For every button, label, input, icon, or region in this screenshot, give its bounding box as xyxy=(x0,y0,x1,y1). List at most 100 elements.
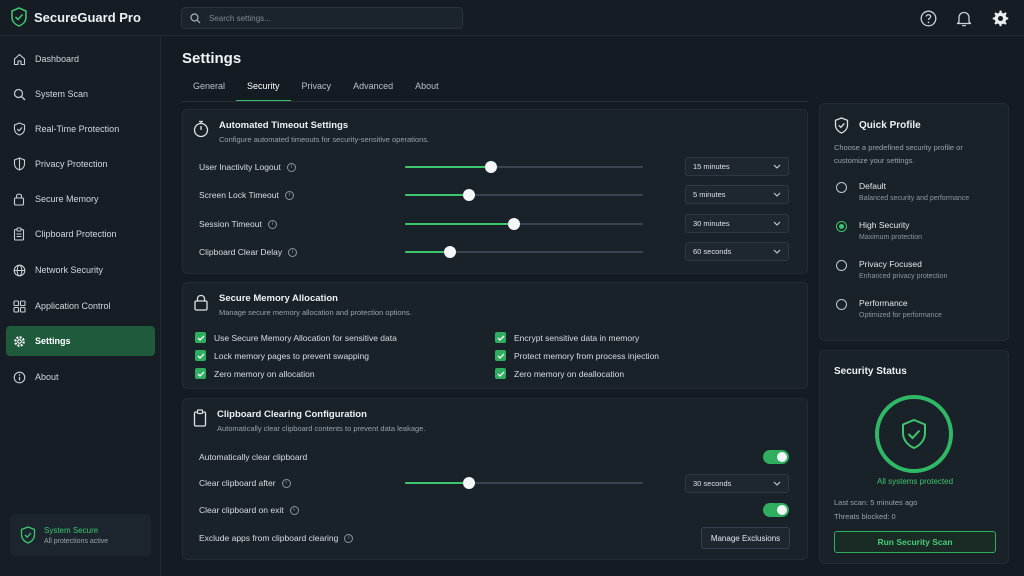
info-icon[interactable]: i xyxy=(289,505,299,515)
tab-about[interactable]: About xyxy=(404,78,450,102)
slider-thumb[interactable] xyxy=(508,218,521,230)
tab-security[interactable]: Security xyxy=(236,78,291,102)
option-description: Maximum protection xyxy=(859,234,923,241)
setting-label-text: Clear clipboard after xyxy=(199,478,276,488)
memory-option[interactable]: Zero memory on deallocation xyxy=(495,368,624,379)
profile-option-default[interactable]: Default Balanced security and performance xyxy=(836,181,969,202)
profile-option-privacy-focused[interactable]: Privacy Focused Enhanced privacy protecti… xyxy=(836,259,947,280)
memory-option[interactable]: Protect memory from process injection xyxy=(495,350,659,361)
sidebar-item-dashboard[interactable]: Dashboard xyxy=(6,44,155,74)
app-name: SecureGuard Pro xyxy=(34,9,141,25)
tab-advanced[interactable]: Advanced xyxy=(342,78,404,102)
tab-privacy[interactable]: Privacy xyxy=(291,78,343,102)
shield-check-icon xyxy=(900,418,928,450)
timeout-slider[interactable] xyxy=(405,161,643,173)
profile-option-performance[interactable]: Performance Optimized for performance xyxy=(836,298,942,319)
chevron-down-icon xyxy=(773,221,781,226)
memory-option[interactable]: Lock memory pages to prevent swapping xyxy=(195,350,369,361)
setting-label-text: Session Timeout xyxy=(199,219,262,229)
memory-option[interactable]: Zero memory on allocation xyxy=(195,368,315,379)
panel-title: Automated Timeout Settings xyxy=(219,120,349,131)
info-icon[interactable]: i xyxy=(284,190,294,200)
chevron-down-icon xyxy=(773,249,781,254)
sidebar-item-privacy-protection[interactable]: Privacy Protection xyxy=(6,149,155,179)
threats-blocked-text: Threats blocked: 0 xyxy=(834,512,896,521)
info-icon[interactable]: i xyxy=(288,247,298,257)
option-description: Balanced security and performance xyxy=(859,195,970,202)
search-icon xyxy=(190,12,201,24)
bell-icon[interactable] xyxy=(954,8,974,28)
slider-thumb[interactable] xyxy=(484,161,497,173)
clear-after-select[interactable]: 30 seconds xyxy=(685,474,789,493)
help-icon[interactable] xyxy=(918,8,938,28)
slider-thumb[interactable] xyxy=(463,189,476,201)
clear-after-slider[interactable] xyxy=(405,477,643,489)
info-icon[interactable]: i xyxy=(281,478,291,488)
radio-button[interactable] xyxy=(836,260,847,271)
option-label: Protect memory from process injection xyxy=(514,350,660,361)
memory-option[interactable]: Encrypt sensitive data in memory xyxy=(495,332,639,343)
sidebar-item-label: Network Security xyxy=(35,265,104,275)
sidebar-item-label: Application Control xyxy=(35,301,111,311)
checkbox-checked[interactable] xyxy=(495,350,506,361)
clipboard-clearing-panel: Clipboard Clearing Configuration Automat… xyxy=(182,398,808,560)
radio-button[interactable] xyxy=(836,299,847,310)
gear-icon[interactable] xyxy=(990,8,1010,28)
setting-label: Session Timeout i xyxy=(199,219,277,229)
sidebar-item-clipboard-protection[interactable]: Clipboard Protection xyxy=(6,219,155,249)
auto-clear-toggle[interactable] xyxy=(763,450,789,464)
timer-icon xyxy=(193,120,209,144)
chevron-down-icon xyxy=(773,164,781,169)
sidebar-item-settings[interactable]: Settings xyxy=(6,326,155,356)
sidebar-item-real-time-protection[interactable]: Real-Time Protection xyxy=(6,114,155,144)
search-input[interactable] xyxy=(209,13,449,23)
sidebar-item-about[interactable]: About xyxy=(6,362,155,392)
tab-general[interactable]: General xyxy=(182,78,236,102)
checkbox-checked[interactable] xyxy=(495,368,506,379)
panel-subtitle: Configure automated timeouts for securit… xyxy=(219,135,430,144)
timeout-select[interactable]: 5 minutes xyxy=(685,185,789,204)
radio-button-selected[interactable] xyxy=(836,221,847,232)
timeout-slider[interactable] xyxy=(405,218,643,230)
globe-icon xyxy=(12,263,26,277)
checkbox-checked[interactable] xyxy=(195,368,206,379)
profile-option-high-security[interactable]: High Security Maximum protection xyxy=(836,220,922,241)
sidebar-item-label: Real-Time Protection xyxy=(35,124,120,134)
panel-header: Quick Profile xyxy=(834,117,921,134)
sidebar-item-label: Clipboard Protection xyxy=(35,229,117,239)
info-icon[interactable]: i xyxy=(286,162,296,172)
timeout-slider[interactable] xyxy=(405,246,643,258)
sidebar-item-secure-memory[interactable]: Secure Memory xyxy=(6,184,155,214)
search-box[interactable] xyxy=(181,7,463,29)
timeout-slider[interactable] xyxy=(405,189,643,201)
radio-button[interactable] xyxy=(836,182,847,193)
brand: SecureGuard Pro xyxy=(10,7,141,27)
info-icon[interactable]: i xyxy=(267,219,277,229)
sidebar-item-label: About xyxy=(35,372,59,382)
privacy-icon xyxy=(12,157,26,171)
slider-thumb[interactable] xyxy=(444,246,457,258)
apps-icon xyxy=(12,299,26,313)
chevron-down-icon xyxy=(773,192,781,197)
timeout-select[interactable]: 60 seconds xyxy=(685,242,789,261)
info-icon[interactable]: i xyxy=(344,533,354,543)
home-icon xyxy=(12,52,26,66)
checkbox-checked[interactable] xyxy=(195,350,206,361)
checkbox-checked[interactable] xyxy=(495,332,506,343)
sidebar-item-application-control[interactable]: Application Control xyxy=(6,291,155,321)
panel-subtitle: Automatically clear clipboard contents t… xyxy=(217,424,426,433)
memory-option[interactable]: Use Secure Memory Allocation for sensiti… xyxy=(195,332,397,343)
option-description: Enhanced privacy protection xyxy=(859,273,948,280)
page-title: Settings xyxy=(182,50,242,67)
run-security-scan-button[interactable]: Run Security Scan xyxy=(834,531,996,553)
sidebar-item-system-scan[interactable]: System Scan xyxy=(6,79,155,109)
checkbox-checked[interactable] xyxy=(195,332,206,343)
slider-thumb[interactable] xyxy=(463,477,476,489)
shield-icon xyxy=(834,117,849,134)
timeout-select[interactable]: 15 minutes xyxy=(685,157,789,176)
panel-header: Clipboard Clearing Configuration Automat… xyxy=(193,409,425,433)
manage-exclusions-button[interactable]: Manage Exclusions xyxy=(701,527,790,549)
sidebar-item-network-security[interactable]: Network Security xyxy=(6,255,155,285)
timeout-select[interactable]: 30 minutes xyxy=(685,214,789,233)
clear-on-exit-toggle[interactable] xyxy=(763,503,789,517)
